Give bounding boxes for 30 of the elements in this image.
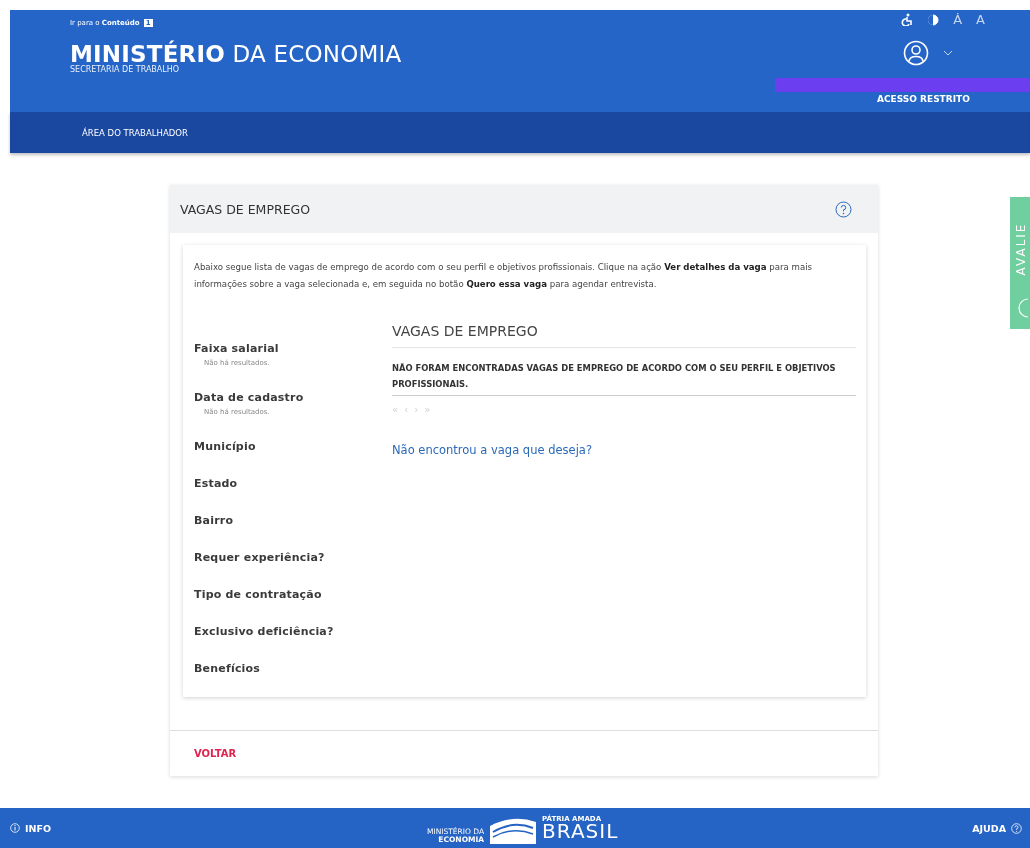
contrast-icon[interactable] bbox=[927, 13, 940, 26]
info-icon[interactable] bbox=[10, 823, 20, 833]
font-size-button[interactable]: Ȧ bbox=[953, 12, 963, 27]
not-found-link[interactable]: Não encontrou a vaga que deseja? bbox=[392, 443, 592, 457]
filter-label[interactable]: Município bbox=[194, 440, 392, 453]
info-link[interactable]: INFO bbox=[25, 822, 52, 834]
filter-label[interactable]: Exclusivo deficiência? bbox=[194, 625, 392, 638]
filter-label[interactable]: Requer experiência? bbox=[194, 551, 392, 564]
filter-label[interactable]: Faixa salarial bbox=[194, 342, 392, 355]
results-title: VAGAS DE EMPREGO bbox=[392, 323, 856, 348]
filter-label[interactable]: Data de cadastro bbox=[194, 391, 392, 404]
site-subtitle: SECRETARIA DE TRABALHO bbox=[70, 65, 181, 74]
chevron-down-icon[interactable] bbox=[943, 50, 953, 56]
user-icon[interactable] bbox=[903, 40, 929, 66]
filter-label[interactable]: Bairro bbox=[194, 514, 392, 527]
font-size-button[interactable]: A bbox=[976, 12, 985, 27]
intro-paragraph: Abaixo segue lista de vagas de emprego de acordo com o seu perfil e objetivos profissionais. Clique na ação Ver detalhes da vaga para mais informações sobre a vaga selecionada e, em seguida no botão Quero essa vaga para agendar entrevista. bbox=[194, 261, 814, 291]
filter-label[interactable]: Tipo de contratação bbox=[194, 588, 392, 601]
flag-logo-icon bbox=[490, 816, 537, 844]
nav-link[interactable]: ÁREA DO TRABALHADOR bbox=[82, 127, 188, 138]
filter-label[interactable]: Estado bbox=[194, 477, 392, 490]
help-icon[interactable] bbox=[835, 200, 852, 218]
empty-message: NÃO FORAM ENCONTRADAS VAGAS DE EMPREGO DE ACORDO COM O SEU PERFIL E OBJETIVOS PROFISSIONAIS. bbox=[392, 348, 856, 396]
country-name: BRASIL bbox=[542, 821, 619, 841]
filter-label[interactable]: Benefícios bbox=[194, 662, 392, 675]
card-title: VAGAS DE EMPREGO bbox=[180, 201, 311, 217]
help-link[interactable]: AJUDA bbox=[972, 822, 1006, 834]
restricted-access-link[interactable]: ACESSO RESTRITO bbox=[877, 94, 970, 104]
accessibility-icon[interactable] bbox=[900, 13, 914, 26]
back-link[interactable]: VOLTAR bbox=[194, 748, 237, 759]
